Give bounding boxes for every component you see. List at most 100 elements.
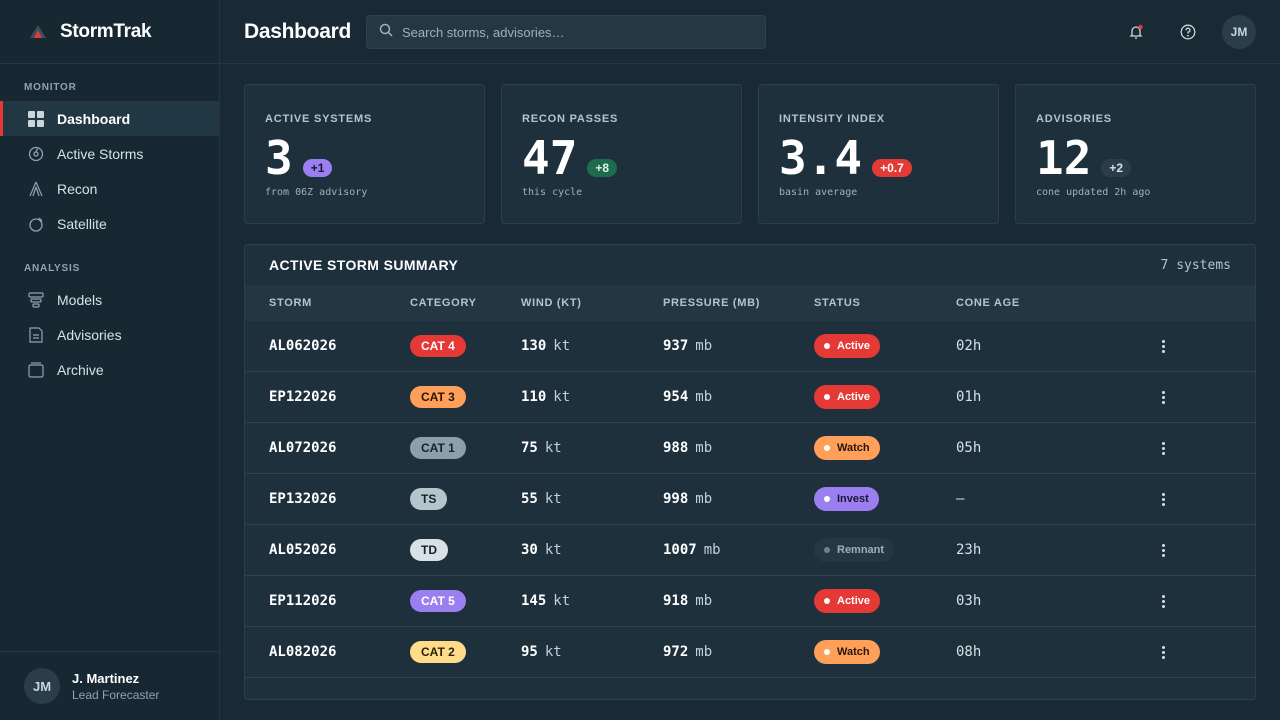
table-row[interactable]: AL052026 TD 30 kt 1007 mb Remnant 23h — [245, 525, 1255, 576]
sidebar-item-archive[interactable]: Archive — [0, 352, 219, 387]
user-profile[interactable]: JM J. Martinez Lead Forecaster — [0, 651, 219, 720]
sidebar-item-dashboard[interactable]: Dashboard — [0, 101, 219, 136]
nav-section-monitor: MONITOR Dashboard Active Storms Recon Sa… — [0, 82, 219, 241]
category-badge: CAT 5 — [410, 590, 466, 612]
table-title: ACTIVE STORM SUMMARY — [269, 257, 459, 273]
storm-id[interactable]: AL082026 — [269, 644, 336, 660]
bell-icon — [1129, 24, 1143, 39]
help-icon — [1180, 24, 1196, 40]
status-label: Watch — [837, 442, 870, 454]
column-header[interactable]: CATEGORY — [410, 297, 477, 309]
table-row[interactable]: AL062026 CAT 4 130 kt 937 mb Active 02h — [245, 321, 1255, 372]
sidebar-item-label: Dashboard — [57, 110, 131, 127]
storm-id[interactable]: AL072026 — [269, 440, 336, 456]
cone-age: 01h — [956, 389, 982, 405]
stat-label: ADVISORIES — [1036, 113, 1112, 125]
sidebar-item-label: Archive — [57, 361, 104, 378]
pressure-value: 998 — [663, 491, 689, 507]
stat-value: 12 — [1036, 131, 1092, 185]
more-options-icon[interactable] — [1155, 542, 1171, 558]
stat-subtext: cone updated 2h ago — [1036, 187, 1151, 198]
status-label: Active — [837, 340, 871, 352]
pressure-value: 918 — [663, 593, 689, 609]
status-dot — [824, 598, 830, 604]
cone-age: 08h — [956, 644, 982, 660]
status-label: Invest — [837, 493, 869, 505]
storm-id[interactable]: AL062026 — [269, 338, 336, 354]
search-box[interactable] — [366, 15, 766, 49]
stat-subtext: from 06Z advisory — [265, 187, 368, 198]
wind-unit: kt — [544, 644, 562, 660]
wind-value: 145 — [521, 593, 547, 609]
sidebar-item-advisories[interactable]: Advisories — [0, 317, 219, 352]
search-input[interactable] — [402, 24, 742, 40]
column-header[interactable]: WIND (KT) — [521, 297, 582, 309]
sidebar-item-satellite[interactable]: Satellite — [0, 206, 219, 241]
stat-value: 47 — [522, 131, 578, 185]
stat-label: RECON PASSES — [522, 113, 619, 125]
wind-value: 95 — [521, 644, 538, 660]
status-badge: Invest — [814, 487, 879, 511]
stat-delta-badge: +8 — [587, 159, 618, 177]
table-row[interactable]: EP112026 CAT 5 145 kt 918 mb Active 03h — [245, 576, 1255, 627]
more-options-icon[interactable] — [1155, 440, 1171, 456]
status-badge: Watch — [814, 436, 880, 460]
table-row[interactable]: AL082026 CAT 2 95 kt 972 mb Watch 08h — [245, 627, 1255, 678]
sidebar-item-recon[interactable]: Recon — [0, 171, 219, 206]
stat-card-intensity-index: INTENSITY INDEX 3.4 +0.7 basin average — [758, 84, 999, 224]
wind-unit: kt — [553, 338, 571, 354]
status-dot — [824, 343, 830, 349]
stat-card-active-systems: ACTIVE SYSTEMS 3 +1 from 06Z advisory — [244, 84, 485, 224]
stat-label: INTENSITY INDEX — [779, 113, 885, 125]
storm-id[interactable]: EP132026 — [269, 491, 336, 507]
aircraft-icon — [28, 181, 44, 197]
cone-age: 05h — [956, 440, 982, 456]
stat-value: 3.4 — [779, 131, 863, 185]
storm-id[interactable]: EP122026 — [269, 389, 336, 405]
more-options-icon[interactable] — [1155, 644, 1171, 660]
brand[interactable]: StormTrak — [0, 0, 219, 64]
cone-age: 23h — [956, 542, 982, 558]
sidebar-item-models[interactable]: Models — [0, 282, 219, 317]
pressure-value: 1007 — [663, 542, 697, 558]
storm-id[interactable]: EP112026 — [269, 593, 336, 609]
wind-unit: kt — [544, 440, 562, 456]
status-dot — [824, 496, 830, 502]
table-row[interactable]: EP132026 TS 55 kt 998 mb Invest — — [245, 474, 1255, 525]
page-title: Dashboard — [244, 19, 351, 43]
hurricane-icon — [28, 146, 44, 162]
app-name: StormTrak — [60, 20, 152, 42]
notifications-button[interactable] — [1124, 20, 1148, 44]
more-options-icon[interactable] — [1155, 338, 1171, 354]
wind-unit: kt — [553, 593, 571, 609]
stat-card-advisories: ADVISORIES 12 +2 cone updated 2h ago — [1015, 84, 1256, 224]
table-row[interactable]: EP122026 CAT 3 110 kt 954 mb Active 01h — [245, 372, 1255, 423]
column-header[interactable]: STORM — [269, 297, 312, 309]
column-header[interactable]: STATUS — [814, 297, 861, 309]
cone-age: 03h — [956, 593, 982, 609]
avatar[interactable]: JM — [1222, 15, 1256, 49]
pressure-unit: mb — [695, 389, 713, 405]
status-badge: Active — [814, 385, 881, 409]
table-row[interactable]: AL072026 CAT 1 75 kt 988 mb Watch 05h — [245, 423, 1255, 474]
satellite-icon — [28, 216, 44, 232]
column-header[interactable]: PRESSURE (MB) — [663, 297, 760, 309]
sidebar-item-active-storms[interactable]: Active Storms — [0, 136, 219, 171]
more-options-icon[interactable] — [1155, 389, 1171, 405]
more-options-icon[interactable] — [1155, 491, 1171, 507]
sidebar-item-label: Satellite — [57, 215, 107, 232]
stats-row: ACTIVE SYSTEMS 3 +1 from 06Z advisory RE… — [244, 84, 1256, 224]
stat-value: 3 — [265, 131, 293, 185]
top-bar: Dashboard JM — [220, 0, 1280, 64]
storm-id[interactable]: AL052026 — [269, 542, 336, 558]
wind-value: 30 — [521, 542, 538, 558]
pressure-unit: mb — [695, 491, 713, 507]
column-header[interactable]: CONE AGE — [956, 297, 1020, 309]
table-count: 7 systems — [1160, 257, 1231, 273]
storm-summary-table: ACTIVE STORM SUMMARY 7 systems STORM CAT… — [244, 244, 1256, 700]
more-options-icon[interactable] — [1155, 593, 1171, 609]
sidebar-item-label: Models — [57, 291, 103, 308]
status-badge: Active — [814, 334, 881, 358]
help-button[interactable] — [1176, 20, 1200, 44]
models-icon — [28, 291, 44, 308]
